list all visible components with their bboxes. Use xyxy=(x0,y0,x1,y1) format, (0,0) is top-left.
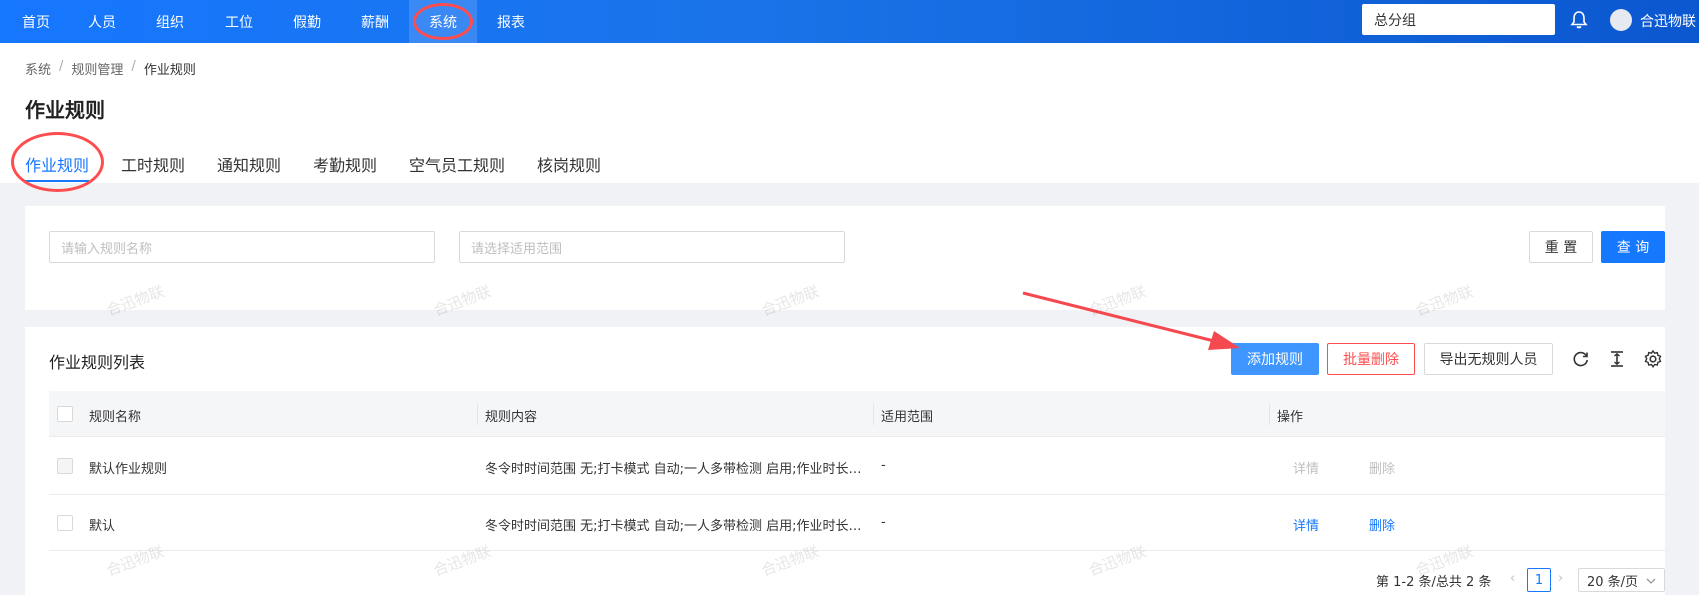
column-divider xyxy=(1269,403,1270,425)
annotation-circle-system xyxy=(413,3,473,40)
nav-item-reports[interactable]: 报表 xyxy=(487,0,535,43)
prev-page-icon[interactable]: ‹ xyxy=(1510,571,1515,586)
refresh-icon[interactable] xyxy=(1571,349,1591,369)
column-header-rule-content[interactable]: 规则内容 xyxy=(485,406,537,425)
column-divider xyxy=(477,403,478,425)
query-button[interactable]: 查 询 xyxy=(1601,231,1665,263)
nav-item-personnel[interactable]: 人员 xyxy=(78,0,126,43)
org-select[interactable]: 总分组 xyxy=(1362,4,1555,35)
avatar[interactable] xyxy=(1610,9,1632,31)
page-title: 作业规则 xyxy=(25,98,105,122)
batch-delete-button[interactable]: 批量删除 xyxy=(1327,343,1415,375)
nav-item-home[interactable]: 首页 xyxy=(12,0,60,43)
cell-scope: - xyxy=(881,458,886,473)
next-page-icon[interactable]: › xyxy=(1558,571,1563,586)
export-no-rule-staff-button[interactable]: 导出无规则人员 xyxy=(1424,343,1553,375)
breadcrumb-separator: / xyxy=(131,59,136,74)
column-height-icon[interactable] xyxy=(1607,349,1627,369)
detail-link[interactable]: 详情 xyxy=(1293,515,1319,534)
bell-icon[interactable] xyxy=(1570,10,1588,30)
breadcrumb-separator: / xyxy=(59,59,64,74)
settings-icon[interactable] xyxy=(1643,349,1663,369)
list-title: 作业规则列表 xyxy=(49,353,146,372)
column-header-actions: 操作 xyxy=(1277,410,1304,425)
nav-item-workstation[interactable]: 工位 xyxy=(215,0,263,43)
nav-item-organization[interactable]: 组织 xyxy=(146,0,194,43)
row-checkbox[interactable] xyxy=(57,515,73,531)
row-divider xyxy=(49,550,1665,551)
table-header xyxy=(49,391,1665,437)
reset-button[interactable]: 重 置 xyxy=(1529,231,1593,263)
tab-post-check-rules[interactable]: 核岗规则 xyxy=(537,152,601,176)
delete-link: 删除 xyxy=(1369,462,1396,477)
cell-rule-name: 默认作业规则 xyxy=(89,462,168,477)
select-all-checkbox[interactable] xyxy=(57,406,73,422)
scope-select[interactable]: 请选择适用范围 xyxy=(459,231,845,263)
column-divider xyxy=(873,403,874,425)
delete-link[interactable]: 删除 xyxy=(1369,515,1395,534)
detail-link: 详情 xyxy=(1293,462,1320,477)
page-size-value: 20 条/页 xyxy=(1587,574,1639,590)
row-checkbox xyxy=(57,458,73,474)
nav-item-leave-attendance[interactable]: 假勤 xyxy=(283,0,331,43)
breadcrumb: 系统 / 规则管理 / 作业规则 xyxy=(25,59,196,78)
user-name[interactable]: 合迅物联 xyxy=(1640,11,1696,31)
cell-rule-name: 默认 xyxy=(89,519,116,534)
column-header-scope[interactable]: 适用范围 xyxy=(881,406,933,425)
tab-work-hour-rules[interactable]: 工时规则 xyxy=(121,152,185,176)
chevron-down-icon xyxy=(1646,578,1656,584)
cell-rule-content: 冬令时时间范围 无;打卡模式 自动;一人多带检测 启用;作业时长检测 启用 xyxy=(485,519,865,534)
breadcrumb-current: 作业规则 xyxy=(143,63,196,78)
breadcrumb-rule-management[interactable]: 规则管理 xyxy=(71,59,123,78)
annotation-circle-tab xyxy=(11,132,104,192)
nav-item-salary[interactable]: 薪酬 xyxy=(351,0,399,43)
tab-notification-rules[interactable]: 通知规则 xyxy=(217,152,281,176)
cell-scope: - xyxy=(881,515,886,530)
page-size-select[interactable]: 20 条/页 xyxy=(1578,568,1665,592)
column-header-rule-name[interactable]: 规则名称 xyxy=(89,406,141,425)
row-divider xyxy=(49,494,1665,495)
cell-rule-content: 冬令时时间范围 无;打卡模式 自动;一人多带检测 启用;作业时长检测 启用 xyxy=(485,462,865,477)
add-rule-button[interactable]: 添加规则 xyxy=(1231,343,1319,375)
page-number-current[interactable]: 1 xyxy=(1527,568,1551,592)
breadcrumb-system[interactable]: 系统 xyxy=(25,59,51,78)
top-navigation: 首页 人员 组织 工位 假勤 薪酬 系统 报表 总分组 合迅物联 xyxy=(0,0,1699,43)
pagination-summary: 第 1-2 条/总共 2 条 xyxy=(1376,575,1492,590)
tab-air-employee-rules[interactable]: 空气员工规则 xyxy=(409,152,505,176)
rule-name-input[interactable]: 请输入规则名称 xyxy=(49,231,435,263)
tab-attendance-rules[interactable]: 考勤规则 xyxy=(313,152,377,176)
